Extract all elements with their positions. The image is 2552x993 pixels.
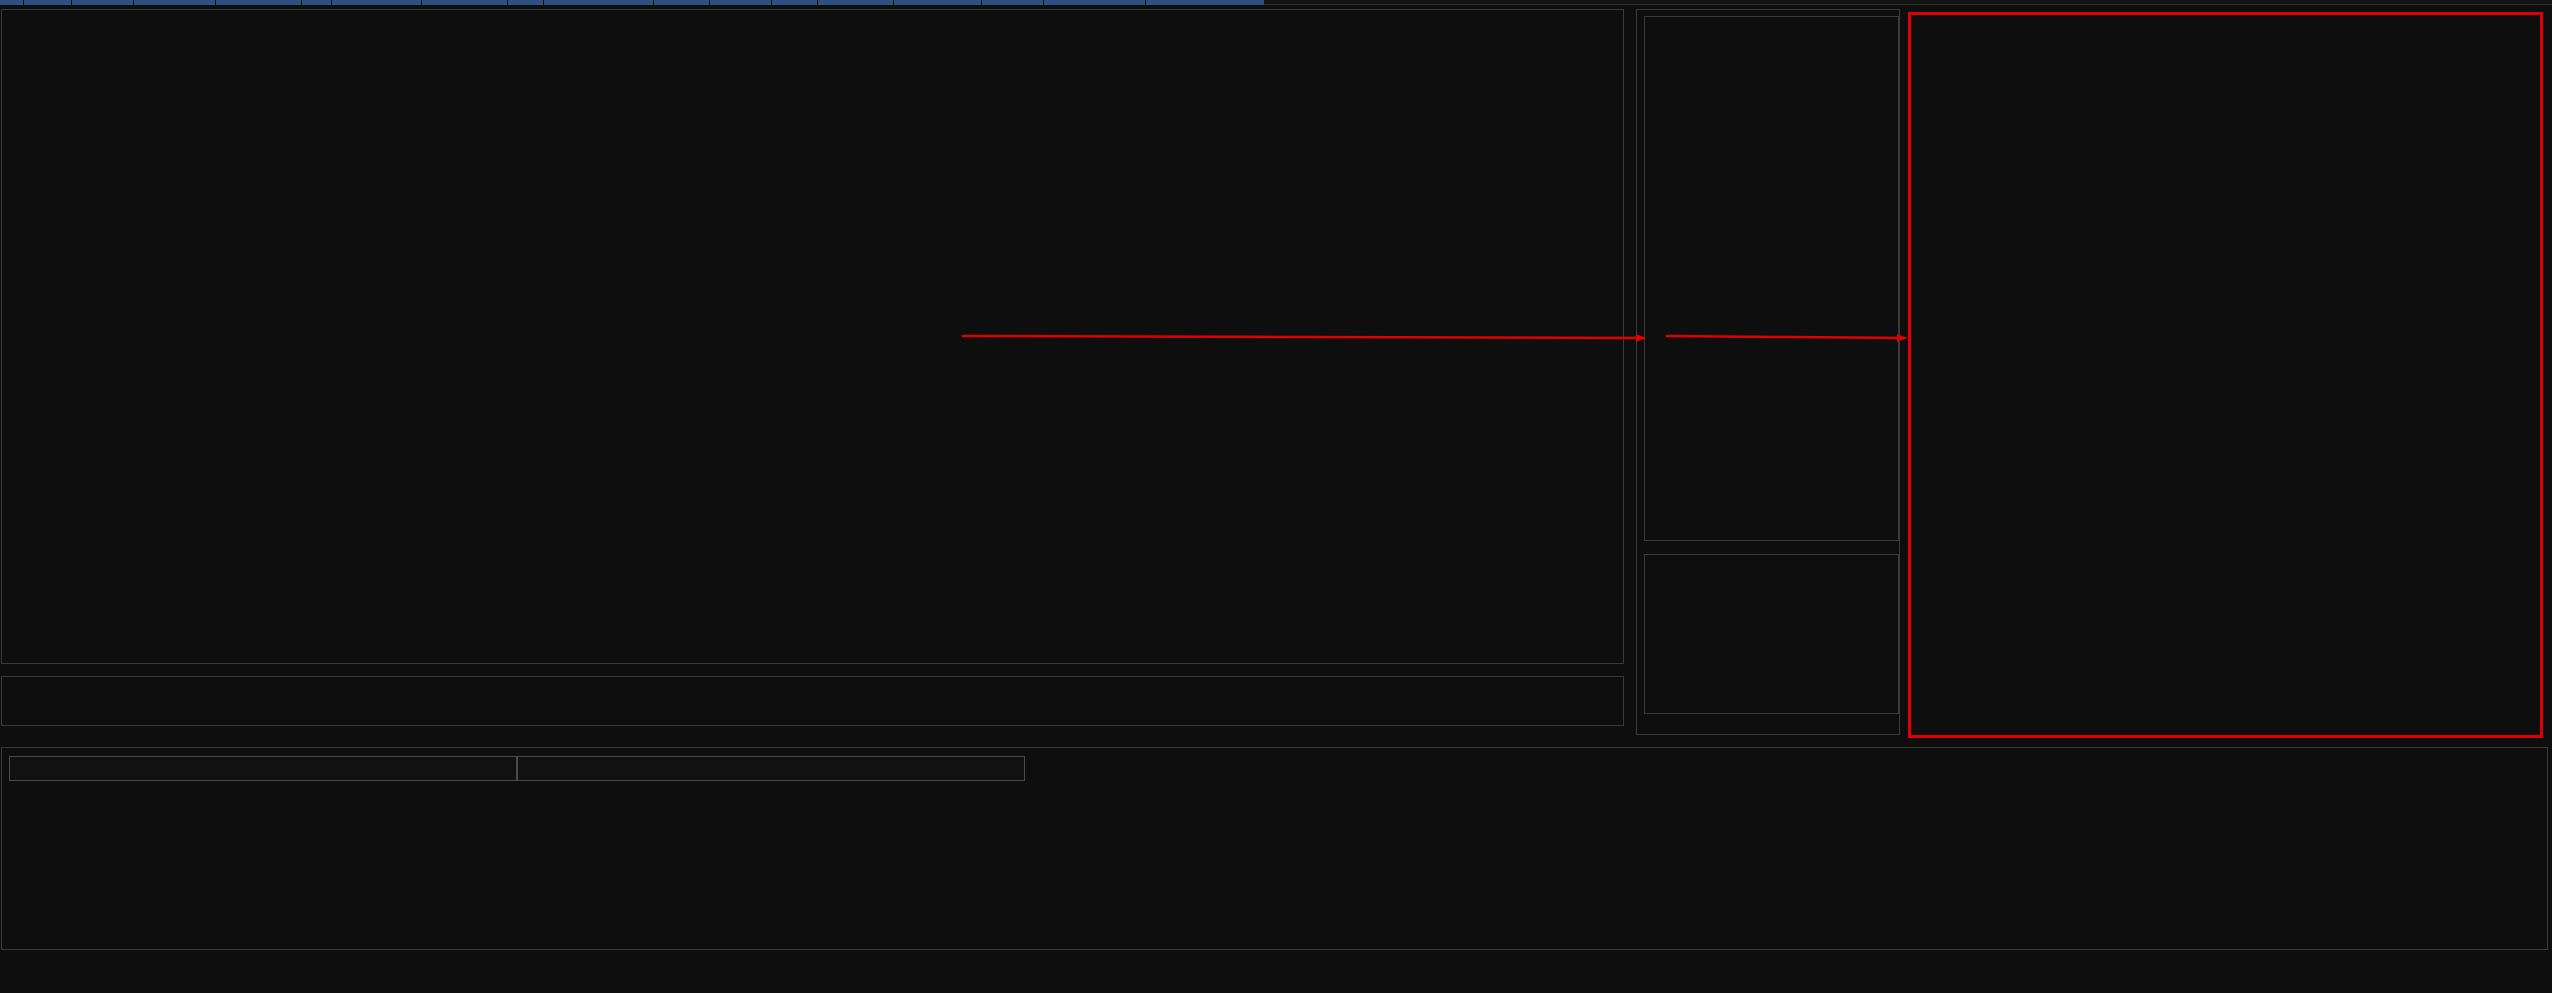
viewport-status-strip: [1, 676, 1624, 726]
menu-item-6[interactable]: [302, 0, 332, 5]
menu-item-5[interactable]: [216, 0, 302, 5]
menu-item-9[interactable]: [508, 0, 544, 5]
bottom-tab-1[interactable]: [9, 756, 517, 781]
menu-item-2[interactable]: [24, 0, 72, 5]
menu-item-14[interactable]: [818, 0, 894, 5]
menubar-items: [0, 0, 1264, 5]
main-viewport-panel[interactable]: [1, 9, 1624, 664]
menu-item-8[interactable]: [422, 0, 508, 5]
menu-item-13[interactable]: [772, 0, 818, 5]
menu-item-17[interactable]: [1044, 0, 1146, 5]
bottom-tab-2[interactable]: [517, 756, 1025, 781]
menu-item-15[interactable]: [894, 0, 982, 5]
menu-item-4[interactable]: [134, 0, 216, 5]
menu-item-12[interactable]: [710, 0, 772, 5]
highlight-frame: [1908, 12, 2543, 738]
middle-upper-panel[interactable]: [1644, 16, 1899, 541]
menu-item-11[interactable]: [654, 0, 710, 5]
menu-item-1[interactable]: [0, 0, 24, 5]
middle-lower-panel[interactable]: [1644, 554, 1899, 714]
menu-item-10[interactable]: [544, 0, 654, 5]
menu-item-3[interactable]: [72, 0, 134, 5]
menu-item-7[interactable]: [332, 0, 422, 5]
menu-item-16[interactable]: [982, 0, 1044, 5]
